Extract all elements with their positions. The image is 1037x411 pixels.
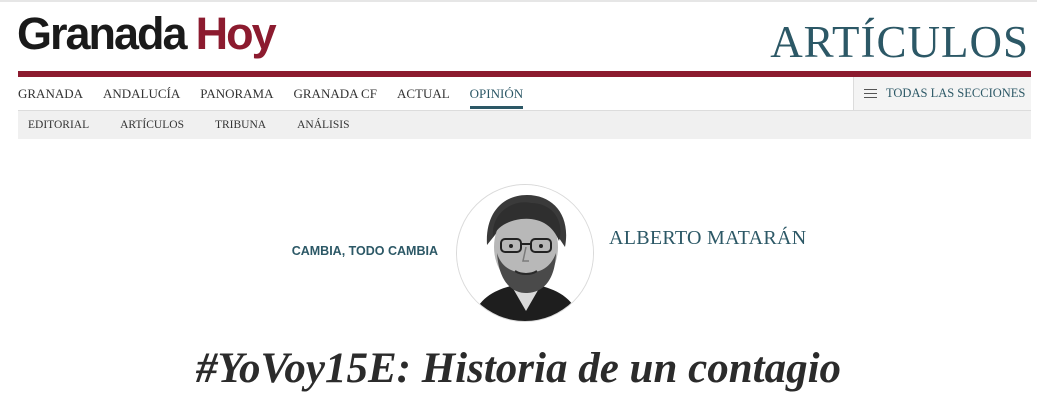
author-avatar[interactable] (456, 184, 594, 322)
author-name[interactable]: ALBERTO MATARÁN (609, 227, 806, 250)
column-name[interactable]: CAMBIA, TODO CAMBIA (240, 244, 438, 258)
nav-item-actual[interactable]: ACTUAL (397, 77, 450, 111)
menu-icon (864, 89, 877, 98)
nav-item-granada[interactable]: GRANADA (18, 77, 83, 111)
all-sections-label: TODAS LAS SECCIONES (886, 86, 1026, 100)
nav-item-granada-cf[interactable]: GRANADA CF (294, 77, 377, 111)
nav-item-opinion[interactable]: OPINIÓN (469, 77, 524, 111)
article-headline: #YoVoy15E: Historia de un contagio (195, 345, 842, 392)
sub-navigation: EDITORIAL ARTÍCULOS TRIBUNA ANÁLISIS (18, 111, 1031, 139)
subnav-item-articulos[interactable]: ARTÍCULOS (120, 111, 184, 139)
section-title: ARTÍCULOS (770, 17, 1029, 67)
nav-item-andalucia[interactable]: ANDALUCÍA (103, 77, 180, 111)
subnav-item-editorial[interactable]: EDITORIAL (28, 111, 89, 139)
nav-item-panorama[interactable]: PANORAMA (200, 77, 273, 111)
subnav-item-analisis[interactable]: ANÁLISIS (297, 111, 349, 139)
author-portrait (457, 185, 593, 321)
top-border (0, 0, 1037, 2)
logo-text-primary: Granada (17, 8, 188, 59)
logo-text-accent: Hoy (195, 8, 277, 59)
site-logo[interactable]: Granada Hoy (17, 8, 277, 60)
all-sections-button[interactable]: TODAS LAS SECCIONES (853, 77, 1031, 110)
subnav-item-tribuna[interactable]: TRIBUNA (215, 111, 266, 139)
main-navigation: GRANADA ANDALUCÍA PANORAMA GRANADA CF AC… (18, 77, 1031, 111)
